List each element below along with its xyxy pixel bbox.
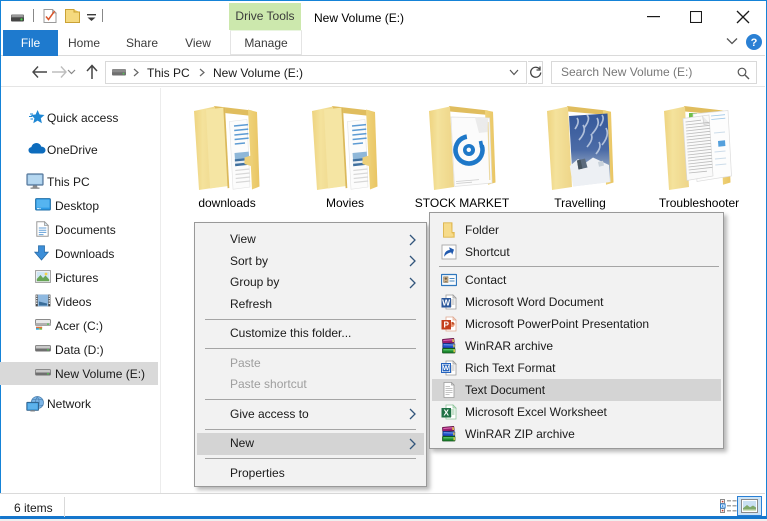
svg-text:P: P xyxy=(443,321,449,330)
svg-text:W: W xyxy=(442,298,451,308)
svg-text:?: ? xyxy=(751,37,758,49)
svg-text:W: W xyxy=(443,365,450,372)
svg-text:X: X xyxy=(443,409,449,418)
